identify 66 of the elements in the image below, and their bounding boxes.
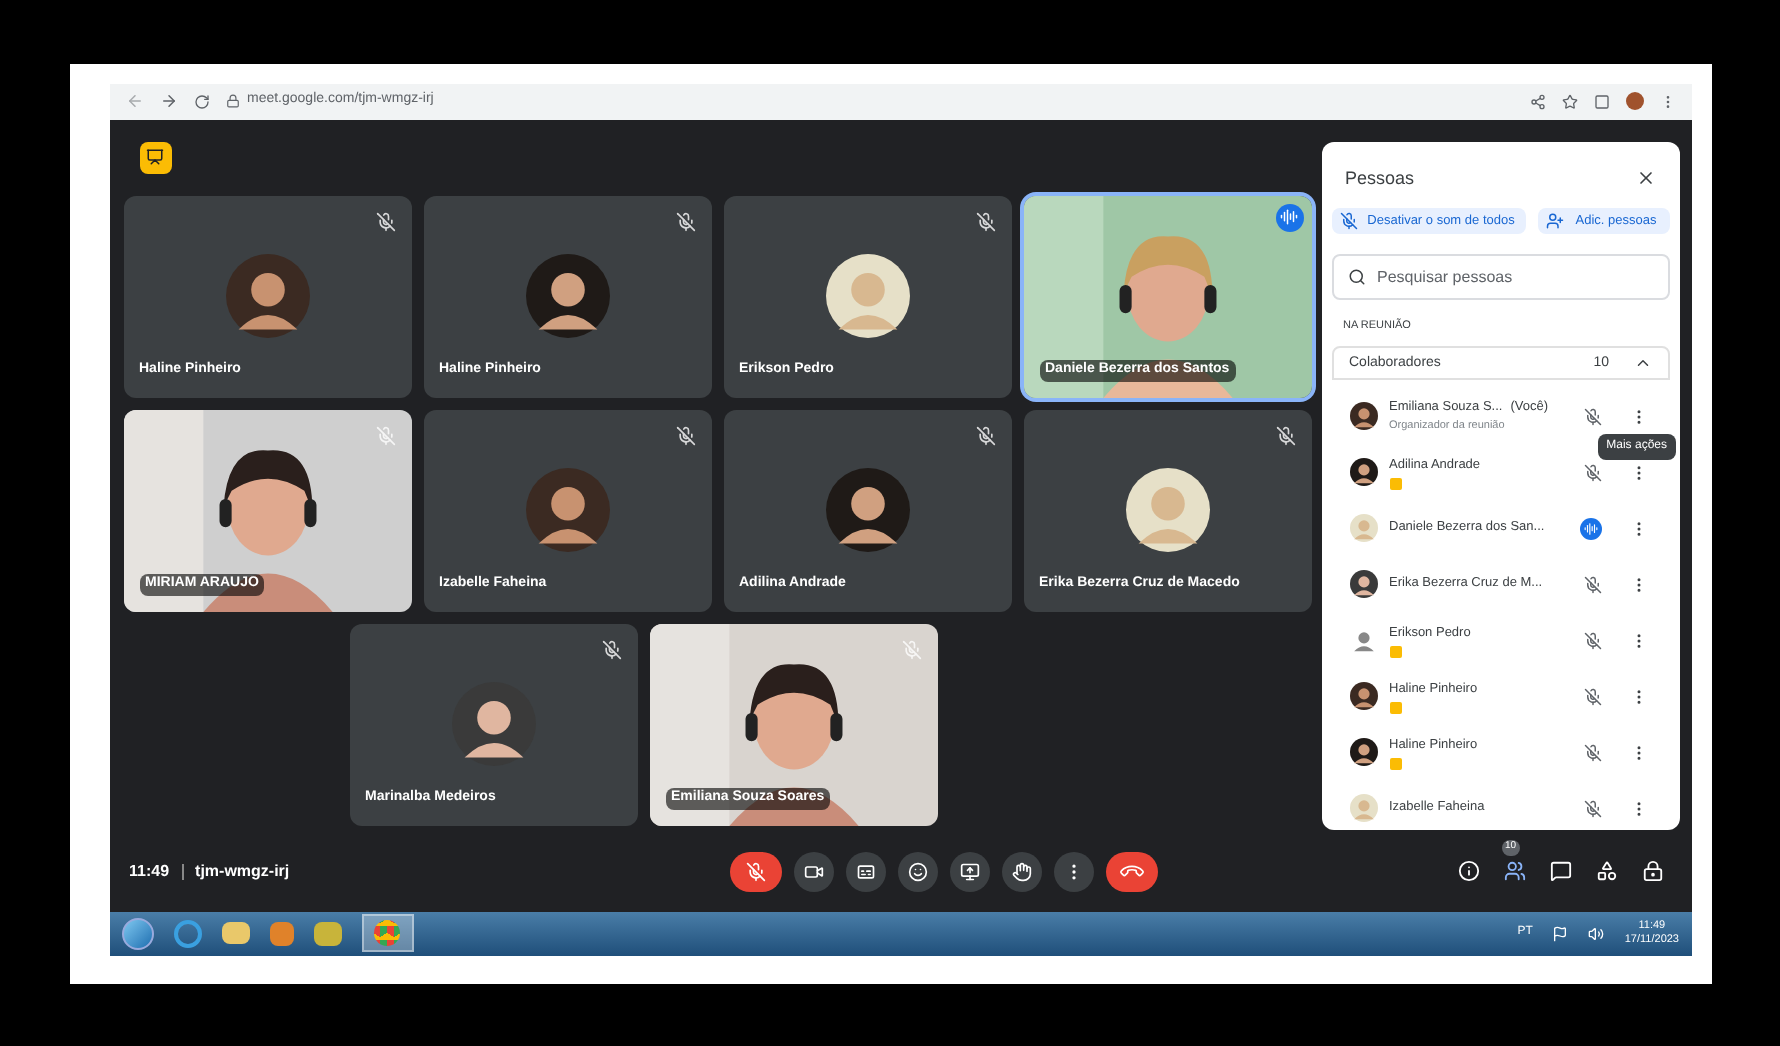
info-icon[interactable] bbox=[1457, 860, 1479, 882]
search-icon bbox=[1347, 268, 1365, 286]
mic-off-icon[interactable] bbox=[1583, 631, 1601, 650]
mic-off-icon[interactable] bbox=[1583, 407, 1601, 426]
hand-icon bbox=[1011, 861, 1031, 881]
chrome-taskbar-button[interactable] bbox=[361, 914, 413, 952]
panel-title: Pessoas bbox=[1345, 165, 1415, 191]
meeting-time: 11:49 bbox=[129, 859, 170, 883]
start-button[interactable] bbox=[121, 917, 153, 949]
avatar bbox=[525, 468, 609, 552]
participant-avatar bbox=[1349, 570, 1377, 599]
avatar bbox=[525, 254, 609, 338]
more-options-button[interactable] bbox=[1053, 851, 1093, 891]
app-icon[interactable] bbox=[313, 921, 341, 945]
bookmark-icon[interactable] bbox=[1561, 93, 1577, 109]
participant-avatar bbox=[1349, 514, 1377, 543]
video-camera-icon bbox=[803, 861, 823, 881]
search-field[interactable]: Pesquisar pessoas bbox=[1331, 254, 1669, 300]
audio-wave-icon bbox=[1280, 208, 1298, 226]
forward-icon[interactable] bbox=[159, 92, 177, 110]
avatar bbox=[1125, 468, 1209, 552]
participant-avatar bbox=[1349, 682, 1377, 711]
presentation-icon[interactable] bbox=[139, 141, 171, 173]
screen-share-icon bbox=[959, 861, 979, 881]
window-icon[interactable] bbox=[1593, 93, 1609, 109]
mic-off-icon[interactable] bbox=[1583, 687, 1601, 706]
raise-hand-button[interactable] bbox=[1001, 851, 1041, 891]
presentation-board-icon bbox=[146, 148, 164, 166]
participant-avatar bbox=[1349, 402, 1377, 431]
mic-off-icon[interactable] bbox=[1583, 463, 1601, 482]
close-icon[interactable] bbox=[1635, 168, 1655, 189]
browser-icon[interactable] bbox=[173, 919, 201, 947]
mic-off-icon bbox=[745, 861, 765, 881]
captions-button[interactable] bbox=[845, 851, 885, 891]
emoji-button[interactable] bbox=[897, 851, 937, 891]
participant-avatar bbox=[1349, 458, 1377, 487]
captions-icon bbox=[855, 861, 875, 881]
lock-icon bbox=[225, 94, 239, 108]
share-icon[interactable] bbox=[1529, 93, 1545, 109]
participant-avatar bbox=[1349, 794, 1377, 823]
leave-call-button[interactable] bbox=[1105, 851, 1157, 891]
participant-avatar bbox=[1349, 626, 1377, 655]
host-controls-icon[interactable] bbox=[1641, 860, 1663, 882]
reload-icon[interactable] bbox=[193, 93, 209, 109]
avatar bbox=[825, 254, 909, 338]
avatar bbox=[825, 468, 909, 552]
smiley-icon bbox=[907, 861, 927, 881]
participant-avatar bbox=[1349, 738, 1377, 767]
mic-off-icon bbox=[1339, 212, 1357, 230]
mic-off-icon[interactable] bbox=[1583, 799, 1601, 818]
activities-icon[interactable] bbox=[1595, 860, 1617, 882]
add-person-icon bbox=[1545, 212, 1563, 230]
chat-icon[interactable] bbox=[1549, 860, 1571, 882]
folder-icon[interactable] bbox=[221, 922, 249, 944]
camera-button[interactable] bbox=[793, 851, 833, 891]
volume-icon[interactable] bbox=[1588, 925, 1605, 941]
avatar bbox=[451, 682, 535, 766]
microphone-button[interactable] bbox=[729, 851, 781, 891]
people-icon[interactable] bbox=[1503, 860, 1525, 882]
avatar bbox=[225, 254, 309, 338]
mic-off-icon[interactable] bbox=[1583, 575, 1601, 594]
mic-off-icon[interactable] bbox=[1583, 743, 1601, 762]
profile-avatar[interactable] bbox=[1625, 92, 1643, 110]
flag-icon[interactable] bbox=[1552, 925, 1569, 941]
present-button[interactable] bbox=[949, 851, 989, 891]
meeting-code: tjm-wmgz-irj bbox=[195, 859, 290, 883]
